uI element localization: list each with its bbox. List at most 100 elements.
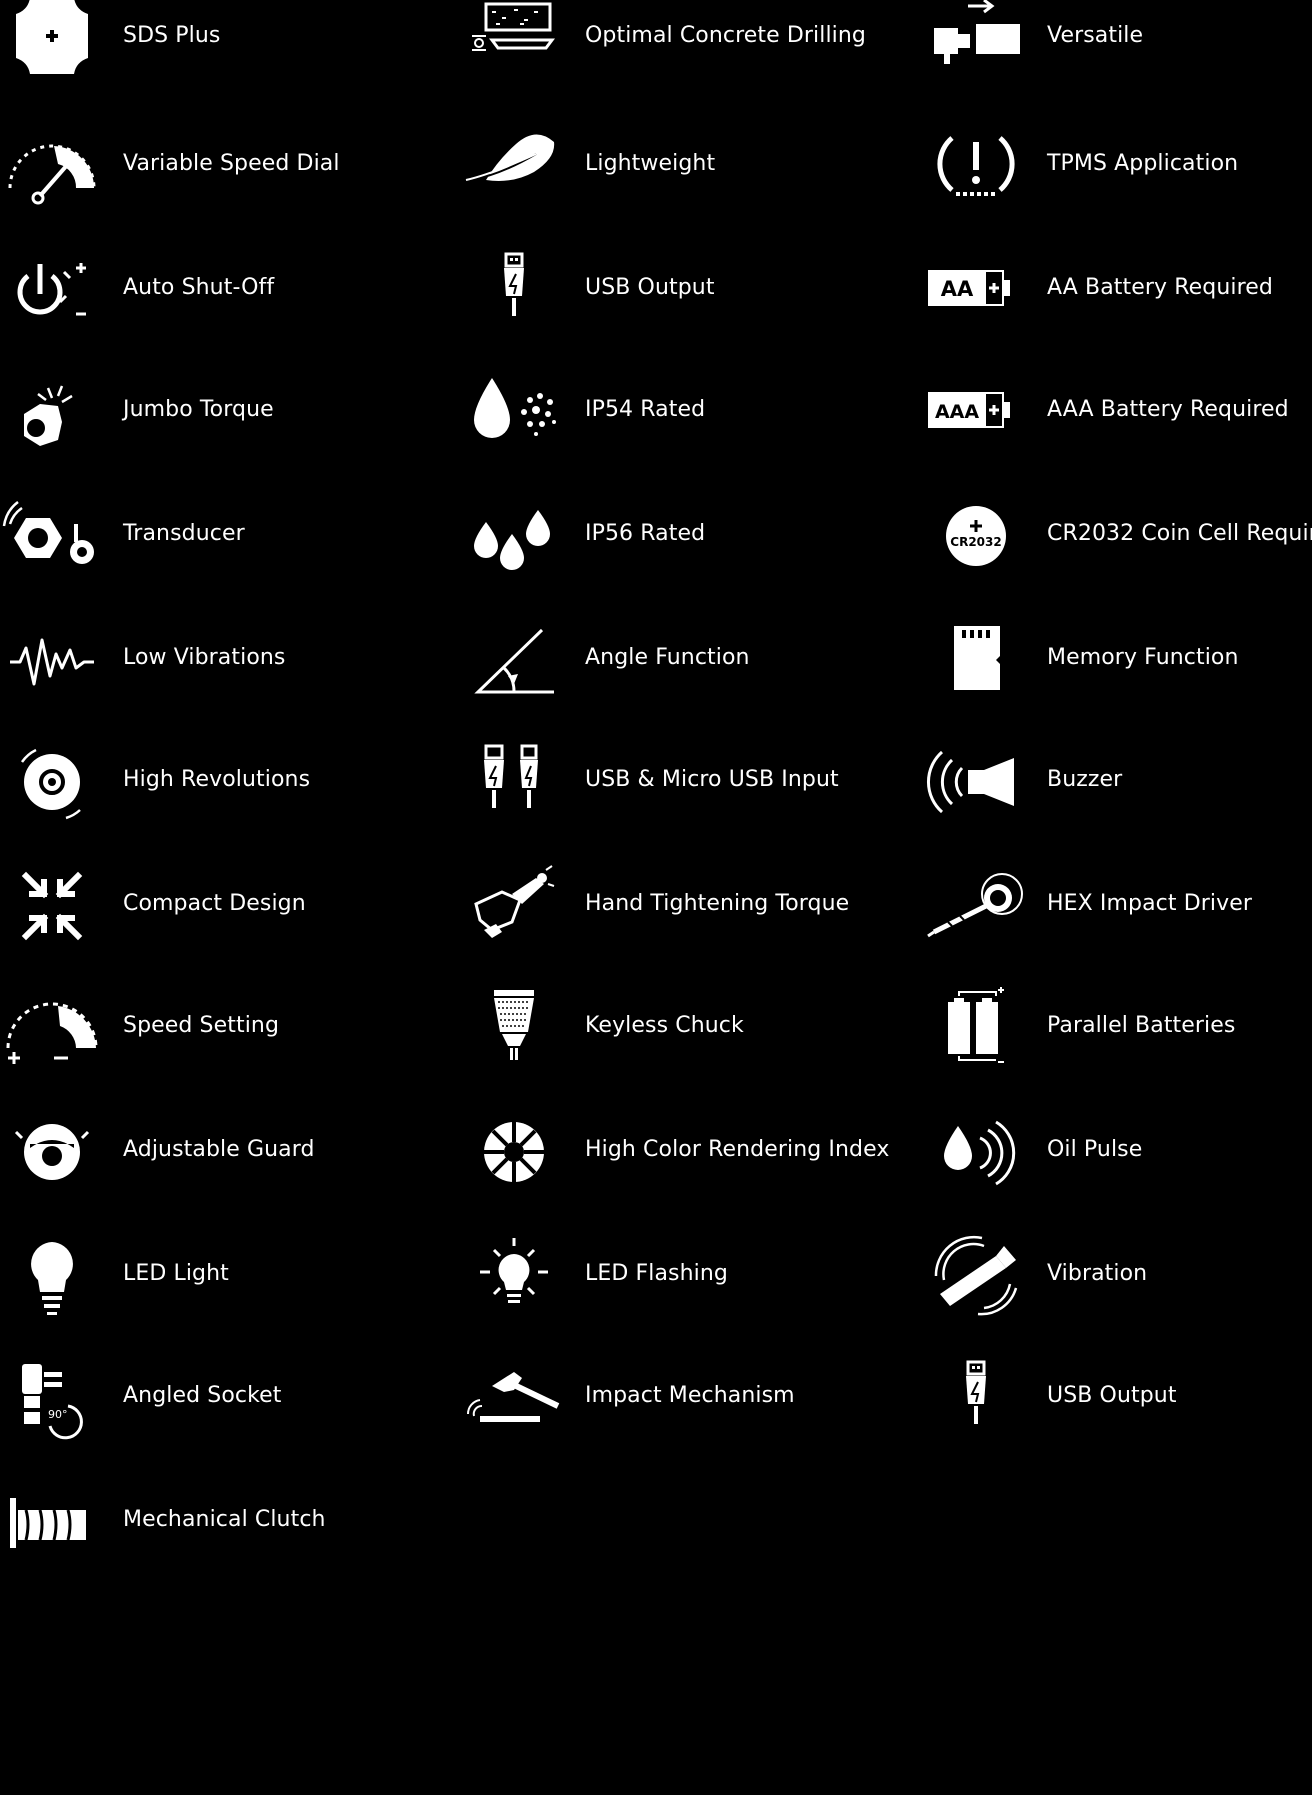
sds-plus-icon	[16, 0, 88, 74]
feature-item: USB Output	[462, 228, 902, 348]
speed-dial-icon	[8, 144, 96, 205]
memory-card-icon	[954, 626, 1000, 690]
coin-cell-icon: CR2032	[946, 506, 1006, 566]
feature-icon-slot	[0, 1090, 104, 1210]
aa-battery-icon: AA	[928, 270, 1010, 306]
feature-item: High Revolutions	[0, 720, 440, 840]
feature-icon-slot	[0, 966, 104, 1086]
feature-label: CR2032 Coin Cell Required	[1047, 521, 1312, 546]
feature-icon-slot: 90°	[0, 1336, 104, 1456]
feature-item: CR2032 CR2032 Coin Cell Required	[924, 474, 1312, 594]
feature-label: High Revolutions	[123, 767, 311, 792]
feature-icon-slot	[924, 1214, 1028, 1334]
feature-icon-slot	[0, 474, 104, 594]
feature-label: USB Output	[1047, 1383, 1177, 1408]
feature-item: Mechanical Clutch	[0, 1460, 440, 1580]
vibration-wave-icon	[10, 638, 94, 686]
feather-icon	[465, 134, 555, 181]
feature-item: Versatile	[924, 0, 1312, 96]
hand-wrench-icon	[474, 865, 555, 938]
feature-label: Lightweight	[585, 151, 716, 176]
icon-badge-text: AA	[941, 277, 974, 301]
feature-item: Low Vibrations	[0, 598, 440, 718]
feature-item: USB & Micro USB Input	[462, 720, 902, 840]
feature-item: Auto Shut-Off	[0, 228, 440, 348]
feature-item: AAA AAA Battery Required	[924, 350, 1312, 470]
feature-item: Optimal Concrete Drilling	[462, 0, 902, 96]
feature-label: Compact Design	[123, 891, 306, 916]
feature-item: Vibration	[924, 1214, 1312, 1334]
feature-label: Parallel Batteries	[1047, 1013, 1236, 1038]
feature-item: Transducer	[0, 474, 440, 594]
feature-item: High Color Rendering Index	[462, 1090, 902, 1210]
jumbo-torque-icon	[24, 385, 73, 446]
tire-pressure-icon	[937, 136, 1015, 196]
color-wheel-icon	[484, 1122, 544, 1182]
feature-icon-slot	[0, 1460, 104, 1580]
feature-label: Low Vibrations	[123, 645, 286, 670]
feature-label: IP54 Rated	[585, 397, 706, 422]
feature-item: Oil Pulse	[924, 1090, 1312, 1210]
keyless-chuck-icon	[494, 990, 534, 1060]
feature-label: Buzzer	[1047, 767, 1123, 792]
usb-plug-icon	[966, 1360, 986, 1424]
adjustable-guard-icon	[14, 1124, 90, 1180]
compact-arrows-icon	[21, 871, 83, 941]
feature-icon-slot	[462, 966, 566, 1086]
high-revolutions-icon	[20, 748, 81, 820]
feature-label: Hand Tightening Torque	[585, 891, 850, 916]
feature-icon-slot	[462, 598, 566, 718]
water-dust-icon	[474, 378, 556, 438]
feature-label: Angled Socket	[123, 1383, 282, 1408]
feature-item: HEX Impact Driver	[924, 844, 1312, 964]
feature-item: Buzzer	[924, 720, 1312, 840]
feature-label: Jumbo Torque	[123, 397, 274, 422]
feature-icon-slot	[462, 844, 566, 964]
svg-text:90°: 90°	[48, 1408, 68, 1421]
feature-icon-slot	[924, 104, 1028, 224]
feature-item: LED Flashing	[462, 1214, 902, 1334]
angle-icon	[474, 628, 554, 694]
feature-icon-slot	[462, 474, 566, 594]
transducer-icon	[2, 501, 94, 564]
feature-item: Parallel Batteries	[924, 966, 1312, 1086]
feature-item: LED Light	[0, 1214, 440, 1334]
hex-bit-icon	[927, 873, 1023, 938]
usb-dual-plug-icon	[484, 744, 538, 808]
feature-icon-slot	[0, 844, 104, 964]
usb-plug-icon	[504, 252, 524, 316]
feature-item: AA AA Battery Required	[924, 228, 1312, 348]
feature-icon-slot	[462, 104, 566, 224]
feature-label: SDS Plus	[123, 23, 221, 48]
feature-icon-slot	[0, 104, 104, 224]
icon-badge-text: AAA	[935, 401, 979, 423]
feature-label: AAA Battery Required	[1047, 397, 1289, 422]
feature-icon-slot	[924, 720, 1028, 840]
icon-badge-text: CR2032	[950, 535, 1001, 549]
feature-label: Vibration	[1047, 1261, 1148, 1286]
feature-item: SDS Plus	[0, 0, 440, 96]
feature-label: HEX Impact Driver	[1047, 891, 1252, 916]
feature-label: Adjustable Guard	[123, 1137, 315, 1162]
feature-label: LED Light	[123, 1261, 229, 1286]
feature-item: Adjustable Guard	[0, 1090, 440, 1210]
water-drops-icon	[474, 510, 550, 570]
power-shutoff-icon	[17, 263, 86, 316]
hammer-icon	[466, 1372, 560, 1422]
flashing-bulb-icon	[480, 1238, 548, 1303]
concrete-drilling-icon	[472, 2, 555, 51]
parallel-batteries-icon	[948, 987, 1004, 1063]
speed-setting-icon	[6, 1002, 98, 1064]
feature-icon-slot	[0, 0, 104, 96]
feature-icon-slot	[462, 1214, 566, 1334]
feature-icon-slot	[0, 720, 104, 840]
buzzer-speaker-icon	[927, 750, 1014, 814]
feature-icon-slot	[0, 350, 104, 470]
feature-label: Memory Function	[1047, 645, 1239, 670]
feature-item: Impact Mechanism	[462, 1336, 902, 1456]
angled-socket-icon: 90°	[22, 1364, 83, 1440]
feature-icon-grid: SDS Plus Variable Speed Dial Auto Shut-O…	[0, 0, 1312, 1795]
feature-label: Versatile	[1047, 23, 1144, 48]
feature-label: Mechanical Clutch	[123, 1507, 326, 1532]
feature-label: TPMS Application	[1047, 151, 1239, 176]
